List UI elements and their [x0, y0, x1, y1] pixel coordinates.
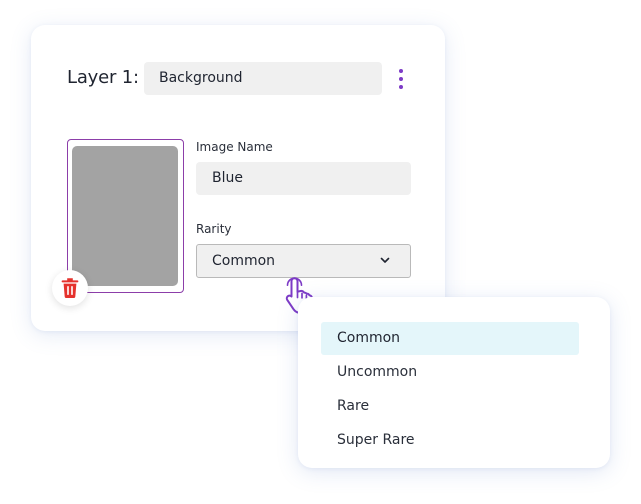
image-name-input[interactable]: Blue — [196, 162, 411, 195]
kebab-dot — [399, 77, 403, 81]
rarity-option-rare[interactable]: Rare — [321, 390, 579, 423]
more-vertical-icon[interactable] — [395, 69, 407, 89]
rarity-select[interactable]: Common — [196, 244, 411, 278]
layer-name-input[interactable]: Background — [144, 62, 382, 95]
image-preview-frame[interactable] — [67, 139, 184, 293]
trash-icon — [61, 278, 79, 299]
image-preview — [72, 146, 178, 286]
rarity-option-uncommon[interactable]: Uncommon — [321, 356, 579, 389]
kebab-dot — [399, 85, 403, 89]
rarity-option-common[interactable]: Common — [321, 322, 579, 355]
layer-card: Layer 1: Background Image Name Blue Rari… — [31, 25, 445, 331]
rarity-option-super-rare[interactable]: Super Rare — [321, 424, 579, 457]
delete-image-button[interactable] — [52, 270, 88, 306]
image-name-label: Image Name — [196, 140, 273, 154]
layer-label: Layer 1: — [67, 67, 139, 88]
rarity-select-value: Common — [212, 253, 276, 269]
rarity-label: Rarity — [196, 222, 232, 236]
chevron-down-icon — [380, 257, 390, 263]
kebab-dot — [399, 69, 403, 73]
rarity-dropdown-menu: Common Uncommon Rare Super Rare — [298, 297, 610, 468]
